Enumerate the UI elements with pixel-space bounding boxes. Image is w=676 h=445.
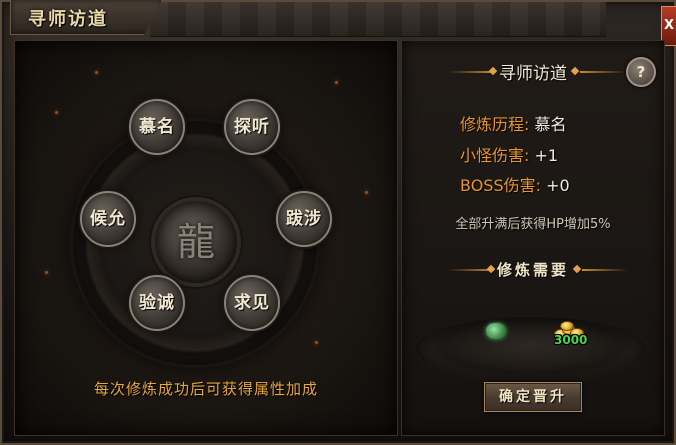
gold-count: 3000 <box>554 333 588 347</box>
window-title: 寻师访道 <box>28 9 108 30</box>
stat-row-progress: 修炼历程: 慕名 <box>460 111 567 135</box>
full-upgrade-bonus: 全部升满后获得HP增加5% <box>455 217 611 232</box>
coin <box>560 321 574 331</box>
stat-row-boss-damage: BOSS伤害: +0 <box>460 172 570 196</box>
info-panel: 寻师访道 ? 修炼历程: 慕名 小怪伤害: +1 BOSS伤害: +0 全部升满… <box>401 40 665 436</box>
confirm-promote-button[interactable]: 确定晋升 <box>484 382 582 412</box>
title-bar-ornament <box>150 2 606 37</box>
item-altar <box>416 317 646 381</box>
dialog-window: 寻师访道 X 龍 慕名 探听 跋涉 求见 验诚 候允 每次修炼成功后可获得属性加… <box>0 0 676 445</box>
stage-node-6[interactable]: 候允 <box>80 191 136 247</box>
ember-spark <box>335 81 338 84</box>
divider-right <box>580 71 626 73</box>
stat-value: +0 <box>546 176 570 195</box>
training-wheel-panel: 龍 慕名 探听 跋涉 求见 验诚 候允 每次修炼成功后可获得属性加成 <box>14 40 398 436</box>
dragon-emblem-icon: 龍 <box>176 220 215 264</box>
stage-node-2[interactable]: 探听 <box>224 99 280 155</box>
stage-node-4[interactable]: 求见 <box>224 275 280 331</box>
ember-spark <box>55 111 58 114</box>
stage-node-1[interactable]: 慕名 <box>129 99 185 155</box>
stat-value: +1 <box>534 146 559 165</box>
stat-value: 慕名 <box>534 115 567 134</box>
ember-spark <box>95 71 98 74</box>
divider-right <box>582 269 628 271</box>
stat-row-monster-damage: 小怪伤害: +1 <box>460 142 558 166</box>
help-button[interactable]: ? <box>626 57 656 87</box>
ember-spark <box>365 191 368 194</box>
ember-spark <box>315 341 318 344</box>
attribute-bonus-note: 每次修炼成功后可获得属性加成 <box>93 380 318 398</box>
ember-spark <box>45 271 48 274</box>
stat-label: 小怪伤害: <box>460 146 530 165</box>
stage-node-5[interactable]: 验诚 <box>129 275 185 331</box>
stat-label: BOSS伤害: <box>460 176 541 195</box>
jade-stone-icon[interactable] <box>486 323 506 339</box>
stat-label: 修炼历程: <box>460 115 530 134</box>
stage-node-3[interactable]: 跋涉 <box>276 191 332 247</box>
